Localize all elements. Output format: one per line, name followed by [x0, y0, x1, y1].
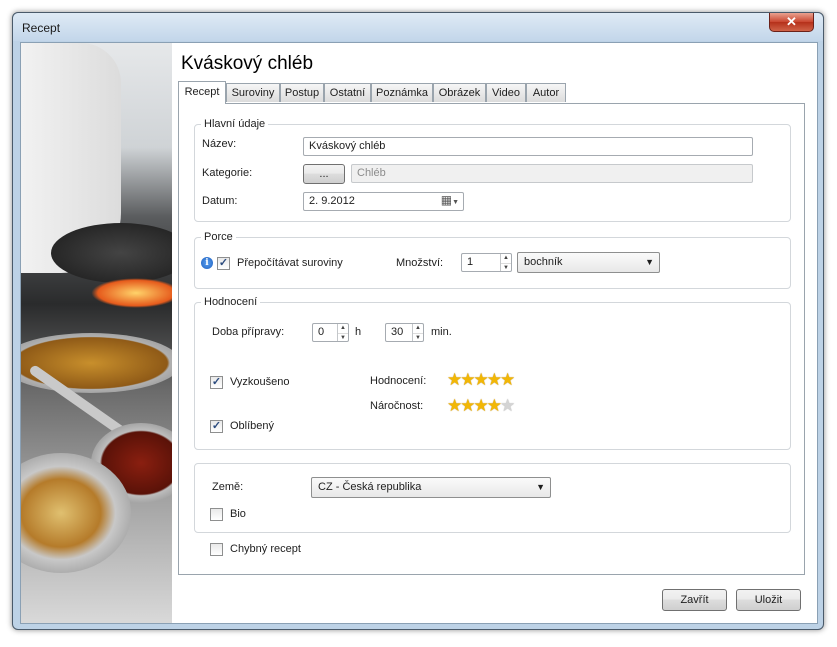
close-button[interactable]: Zavřít — [662, 589, 727, 611]
unit-value: bochník — [524, 256, 563, 268]
window-title: Recept — [22, 21, 61, 35]
date-picker[interactable]: 2. 9.2012 ▦▼ — [303, 192, 464, 211]
tab-recept[interactable]: Recept — [178, 81, 226, 104]
save-button[interactable]: Uložit — [736, 589, 801, 611]
rating-label: Hodnocení: — [370, 375, 427, 387]
difficulty-label: Náročnost: — [370, 400, 424, 412]
prep-hours-spin-buttons[interactable]: ▲ ▼ — [337, 324, 348, 341]
tab-video[interactable]: Video — [486, 83, 526, 102]
faulty-recipe-label: Chybný recept — [230, 543, 301, 555]
favorite-label: Oblíbený — [230, 420, 275, 432]
star-icon[interactable]: ★ — [447, 396, 462, 415]
tab-panel-recept: Hlavní údaje Název: Kváskový chléb Kateg… — [178, 103, 805, 575]
category-field: Chléb — [351, 164, 753, 183]
group-origin: Země: CZ - Česká republika ▼ Bio — [194, 463, 791, 533]
dropdown-arrow-icon: ▼ — [645, 257, 654, 267]
tab-poznamka[interactable]: Poznámka — [371, 83, 433, 102]
recipe-heading: Kváskový chléb — [181, 53, 314, 74]
recipe-window: Recept ✕ Kváskový chléb Recept Suroviny … — [12, 12, 824, 630]
star-icon[interactable]: ★ — [474, 396, 489, 415]
hours-unit: h — [355, 326, 362, 338]
star-icon[interactable]: ★ — [487, 370, 502, 389]
date-label: Datum: — [202, 195, 238, 207]
prep-hours-stepper[interactable]: 0 ▲ ▼ — [312, 323, 349, 342]
tab-postup[interactable]: Postup — [280, 83, 324, 102]
name-input[interactable]: Kváskový chléb — [303, 137, 753, 156]
calendar-icon[interactable]: ▦▼ — [441, 194, 459, 209]
amount-stepper[interactable]: 1 ▲ ▼ — [461, 253, 512, 272]
info-icon[interactable]: i — [201, 257, 213, 269]
recalc-label: Přepočítávat suroviny — [237, 257, 343, 269]
star-icon[interactable]: ★ — [487, 396, 502, 415]
recalc-checkbox[interactable]: ✓ — [217, 257, 230, 270]
tab-suroviny[interactable]: Suroviny — [226, 83, 280, 102]
prep-hours-value: 0 — [318, 326, 325, 338]
category-label: Kategorie: — [202, 167, 253, 179]
difficulty-stars[interactable]: ★★★★★ — [447, 396, 515, 415]
prep-minutes-spin-buttons[interactable]: ▲ ▼ — [412, 324, 423, 341]
tab-obrazek[interactable]: Obrázek — [433, 83, 486, 102]
country-value: CZ - Česká republika — [318, 481, 422, 493]
prep-minutes-value: 30 — [391, 326, 404, 338]
group-main-info: Hlavní údaje Název: Kváskový chléb Kateg… — [194, 118, 791, 222]
group-title-main-info: Hlavní údaje — [201, 118, 269, 130]
title-bar[interactable]: Recept ✕ — [13, 13, 823, 41]
star-icon[interactable]: ★ — [500, 396, 515, 415]
tab-autor[interactable]: Autor — [526, 83, 566, 102]
rating-stars[interactable]: ★★★★★ — [447, 370, 515, 389]
date-value: 2. 9.2012 — [309, 195, 355, 207]
close-icon: ✕ — [786, 14, 797, 29]
prep-time-label: Doba přípravy: — [212, 326, 285, 338]
bio-label: Bio — [230, 508, 246, 520]
group-rating: Hodnocení Doba přípravy: 0 ▲ ▼ h 30 ▲ ▼ mi… — [194, 296, 791, 450]
group-title-portions: Porce — [201, 231, 236, 243]
category-browse-button[interactable]: ... — [303, 164, 345, 184]
star-icon[interactable]: ★ — [460, 396, 475, 415]
tried-checkbox[interactable]: ✓ — [210, 376, 223, 389]
amount-value: 1 — [467, 256, 474, 268]
kitchen-photo — [21, 43, 172, 623]
prep-minutes-stepper[interactable]: 30 ▲ ▼ — [385, 323, 424, 342]
favorite-checkbox[interactable]: ✓ — [210, 420, 223, 433]
faulty-recipe-checkbox[interactable] — [210, 543, 223, 556]
name-label: Název: — [202, 138, 237, 150]
client-area: Kváskový chléb Recept Suroviny Postup Os… — [20, 42, 818, 624]
close-window-button[interactable]: ✕ — [769, 13, 814, 32]
star-icon[interactable]: ★ — [460, 370, 475, 389]
group-title-rating: Hodnocení — [201, 296, 261, 308]
star-icon[interactable]: ★ — [447, 370, 462, 389]
tried-label: Vyzkoušeno — [230, 376, 290, 388]
group-portions: Porce i ✓ Přepočítávat suroviny Množství… — [194, 231, 791, 289]
star-icon[interactable]: ★ — [474, 370, 489, 389]
country-label: Země: — [212, 481, 244, 493]
amount-spin-buttons[interactable]: ▲ ▼ — [500, 254, 511, 271]
unit-select[interactable]: bochník ▼ — [517, 252, 660, 273]
dropdown-arrow-icon: ▼ — [536, 482, 545, 492]
tab-ostatni[interactable]: Ostatní — [324, 83, 371, 102]
star-icon[interactable]: ★ — [500, 370, 515, 389]
amount-label: Množství: — [396, 257, 444, 269]
bio-checkbox[interactable] — [210, 508, 223, 521]
minutes-unit: min. — [431, 326, 452, 338]
country-select[interactable]: CZ - Česká republika ▼ — [311, 477, 551, 498]
